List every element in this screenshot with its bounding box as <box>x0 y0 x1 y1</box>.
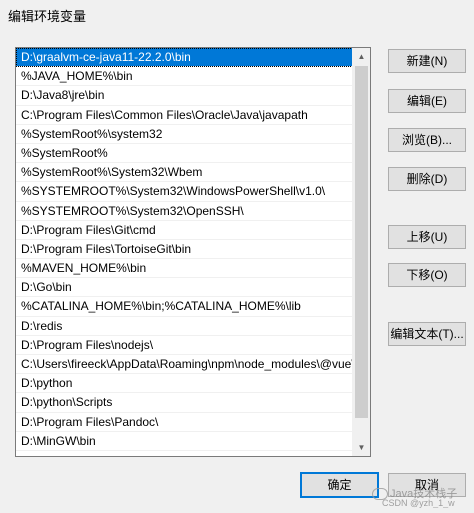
ok-button[interactable]: 确定 <box>300 472 379 498</box>
move-up-button[interactable]: 上移(U) <box>388 225 466 249</box>
scroll-down-arrow-icon[interactable]: ▼ <box>353 439 370 456</box>
path-list-item[interactable]: D:\python\Scripts <box>16 393 353 413</box>
path-list-item[interactable]: %MAVEN_HOME%\bin <box>16 259 353 279</box>
vertical-scrollbar[interactable]: ▲ ▼ <box>352 48 370 456</box>
path-list-item[interactable]: C:\Program Files\Common Files\Oracle\Jav… <box>16 106 353 125</box>
path-list-item[interactable]: D:\Go\bin <box>16 278 353 298</box>
path-list-item-selected[interactable]: D:\graalvm-ce-java11-22.2.0\bin <box>16 48 353 68</box>
scrollbar-thumb[interactable] <box>355 66 368 418</box>
path-list-item[interactable]: D:\Program Files\Pandoc\ <box>16 413 353 432</box>
path-list-item[interactable]: D:\MinGW\bin <box>16 432 353 451</box>
dialog-title: 编辑环境变量 <box>8 9 87 24</box>
path-list[interactable]: D:\graalvm-ce-java11-22.2.0\bin %JAVA_HOM… <box>15 47 371 457</box>
browse-button[interactable]: 浏览(B)... <box>388 128 466 152</box>
delete-button[interactable]: 删除(D) <box>388 167 466 191</box>
path-list-item[interactable]: %CATALINA_HOME%\bin;%CATALINA_HOME%\lib <box>16 297 353 317</box>
new-button[interactable]: 新建(N) <box>388 49 466 73</box>
path-list-item[interactable]: %JAVA_HOME%\bin <box>16 67 353 87</box>
path-list-item[interactable]: %SYSTEMROOT%\System32\WindowsPowerShell\… <box>16 182 353 202</box>
path-list-rows: D:\graalvm-ce-java11-22.2.0\bin %JAVA_HOM… <box>16 48 353 456</box>
path-list-item[interactable]: %SystemRoot%\system32 <box>16 125 353 144</box>
watermark-subtext: CSDN @yzh_1_w <box>382 498 455 508</box>
path-list-item[interactable]: %SystemRoot% <box>16 144 353 164</box>
path-list-item[interactable]: %SYSTEMROOT%\System32\OpenSSH\ <box>16 202 353 221</box>
path-list-item[interactable]: D:\Program Files\nodejs\ <box>16 336 353 355</box>
path-list-item[interactable]: D:\redis <box>16 317 353 336</box>
edit-button[interactable]: 编辑(E) <box>388 89 466 113</box>
path-list-item[interactable]: D:\Program Files\TortoiseGit\bin <box>16 240 353 260</box>
move-down-button[interactable]: 下移(O) <box>388 263 466 287</box>
edit-environment-variable-dialog: 编辑环境变量 D:\graalvm-ce-java11-22.2.0\bin %J… <box>0 0 474 513</box>
path-list-item[interactable]: D:\Program Files\Git\cmd <box>16 221 353 240</box>
scroll-up-arrow-icon[interactable]: ▲ <box>353 48 370 65</box>
path-list-item[interactable]: D:\Java8\jre\bin <box>16 86 353 106</box>
path-list-item[interactable]: %SystemRoot%\System32\Wbem <box>16 163 353 183</box>
cancel-button[interactable]: 取消 <box>388 473 466 497</box>
path-list-item[interactable]: C:\Users\fireeck\AppData\Roaming\npm\nod… <box>16 355 353 375</box>
path-list-item[interactable]: D:\python <box>16 374 353 394</box>
edit-text-button[interactable]: 编辑文本(T)... <box>388 322 466 346</box>
